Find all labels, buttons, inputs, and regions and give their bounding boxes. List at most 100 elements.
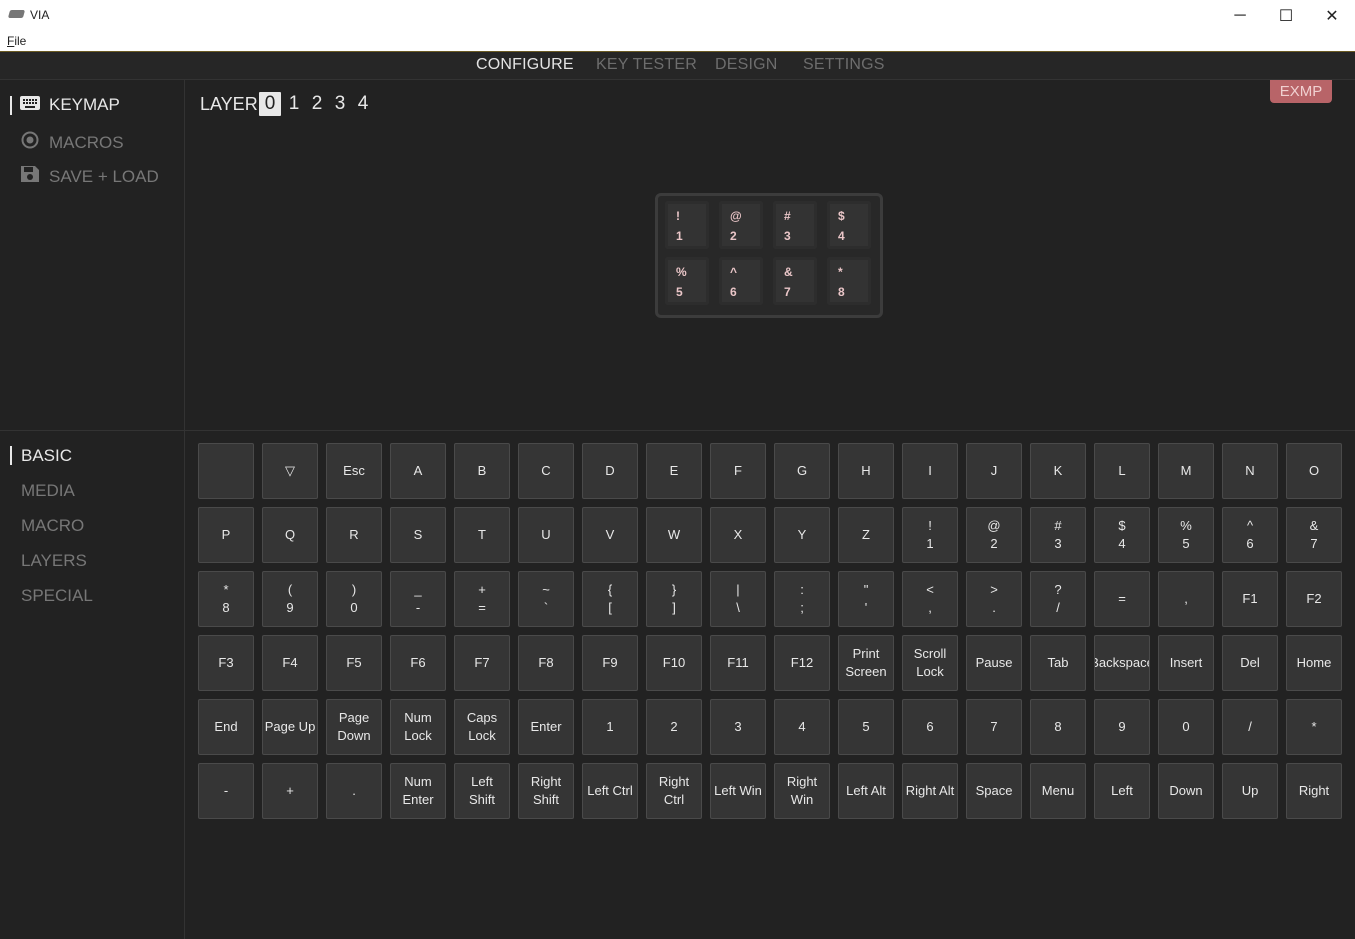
keycode-button[interactable]: Y (774, 507, 830, 563)
keycode-button[interactable]: M (1158, 443, 1214, 499)
keyboard-key[interactable]: % 5 (665, 257, 709, 305)
keycode-button[interactable]: Backspace (1094, 635, 1150, 691)
maximize-button[interactable]: ☐ (1263, 0, 1309, 32)
keycode-button[interactable]: 0 (1158, 699, 1214, 755)
keycode-button[interactable]: ~ ` (518, 571, 574, 627)
keycode-button[interactable]: ! 1 (902, 507, 958, 563)
nav-macro[interactable]: MACRO (21, 516, 84, 536)
keycode-button[interactable]: " ' (838, 571, 894, 627)
keycode-button[interactable]: Q (262, 507, 318, 563)
keycode-button[interactable]: X (710, 507, 766, 563)
keycode-button[interactable]: F6 (390, 635, 446, 691)
keycode-button[interactable]: Home (1286, 635, 1342, 691)
menu-file[interactable]: File (7, 34, 26, 48)
tab-key-tester[interactable]: KEY TESTER (596, 56, 697, 74)
keycode-button[interactable]: Left Win (710, 763, 766, 819)
keyboard-key[interactable]: ^ 6 (719, 257, 763, 305)
keyboard-key[interactable]: ! 1 (665, 201, 709, 249)
minimize-button[interactable]: ─ (1217, 0, 1263, 32)
keycode-button[interactable]: Menu (1030, 763, 1086, 819)
keycode-button[interactable]: Enter (518, 699, 574, 755)
keycode-button[interactable]: ^ 6 (1222, 507, 1278, 563)
keycode-button[interactable]: Scroll Lock (902, 635, 958, 691)
keycode-button[interactable]: 9 (1094, 699, 1150, 755)
keycode-button[interactable]: O (1286, 443, 1342, 499)
keyboard-key[interactable]: * 8 (827, 257, 871, 305)
keycode-button[interactable]: P (198, 507, 254, 563)
keycode-button[interactable]: T (454, 507, 510, 563)
layer-4-button[interactable]: 4 (352, 92, 374, 116)
keycode-button[interactable]: $4 (1094, 507, 1150, 563)
keycode-button[interactable]: Right (1286, 763, 1342, 819)
keycode-button[interactable]: N (1222, 443, 1278, 499)
keycode-button[interactable]: Pause (966, 635, 1022, 691)
keycode-button[interactable]: ? / (1030, 571, 1086, 627)
keycode-button[interactable]: % 5 (1158, 507, 1214, 563)
keyboard-key[interactable]: & 7 (773, 257, 817, 305)
keycode-button[interactable]: Print Screen (838, 635, 894, 691)
keycode-button[interactable]: K (1030, 443, 1086, 499)
keycode-button[interactable]: Num Lock (390, 699, 446, 755)
keycode-button[interactable]: F12 (774, 635, 830, 691)
keycode-button[interactable]: Esc (326, 443, 382, 499)
keycode-button[interactable]: Up (1222, 763, 1278, 819)
nav-special[interactable]: SPECIAL (21, 586, 93, 606)
keycode-button[interactable]: Right Shift (518, 763, 574, 819)
keycode-button[interactable]: Right Ctrl (646, 763, 702, 819)
keycode-button[interactable]: L (1094, 443, 1150, 499)
keycode-button[interactable] (198, 443, 254, 499)
keycode-button[interactable]: R (326, 507, 382, 563)
nav-save-load[interactable]: SAVE + LOAD (20, 165, 159, 188)
keycode-button[interactable]: 8 (1030, 699, 1086, 755)
keycode-button[interactable]: 7 (966, 699, 1022, 755)
keycode-button[interactable]: V (582, 507, 638, 563)
tab-design[interactable]: DESIGN (715, 56, 778, 74)
layer-2-button[interactable]: 2 (306, 92, 328, 116)
keycode-button[interactable]: D (582, 443, 638, 499)
nav-basic[interactable]: BASIC (21, 446, 72, 466)
keycode-button[interactable]: H (838, 443, 894, 499)
keycode-button[interactable]: :; (774, 571, 830, 627)
keycode-button[interactable]: End (198, 699, 254, 755)
keycode-button[interactable]: + (262, 763, 318, 819)
layer-0-button[interactable]: 0 (259, 92, 281, 116)
keycode-button[interactable]: <, (902, 571, 958, 627)
keycode-button[interactable]: Left (1094, 763, 1150, 819)
keycode-button[interactable]: 2 (646, 699, 702, 755)
keycode-button[interactable]: G (774, 443, 830, 499)
nav-layers[interactable]: LAYERS (21, 551, 87, 571)
keycode-button[interactable]: F5 (326, 635, 382, 691)
tab-settings[interactable]: SETTINGS (803, 56, 885, 74)
keycode-button[interactable]: F1 (1222, 571, 1278, 627)
nav-media[interactable]: MEDIA (21, 481, 75, 501)
keycode-button[interactable]: 4 (774, 699, 830, 755)
keycode-button[interactable]: Page Up (262, 699, 318, 755)
keycode-button[interactable]: I (902, 443, 958, 499)
keycode-button[interactable]: F7 (454, 635, 510, 691)
keycode-button[interactable]: 3 (710, 699, 766, 755)
keyboard-key[interactable]: @2 (719, 201, 763, 249)
keycode-button[interactable]: * 8 (198, 571, 254, 627)
keycode-button[interactable]: , (1158, 571, 1214, 627)
keyboard-key[interactable]: $4 (827, 201, 871, 249)
keycode-button[interactable]: F8 (518, 635, 574, 691)
keycode-button[interactable]: / (1222, 699, 1278, 755)
keycode-button[interactable]: (9 (262, 571, 318, 627)
keycode-button[interactable]: B (454, 443, 510, 499)
keycode-button[interactable]: @2 (966, 507, 1022, 563)
keycode-button[interactable]: ▽ (262, 443, 318, 499)
nav-keymap[interactable]: KEYMAP (20, 95, 120, 115)
keycode-button[interactable]: Left Ctrl (582, 763, 638, 819)
keycode-button[interactable]: F (710, 443, 766, 499)
keycode-button[interactable]: _ - (390, 571, 446, 627)
keycode-button[interactable]: Tab (1030, 635, 1086, 691)
keycode-button[interactable]: & 7 (1286, 507, 1342, 563)
keycode-button[interactable]: 6 (902, 699, 958, 755)
keycode-button[interactable]: E (646, 443, 702, 499)
keycode-button[interactable]: - (198, 763, 254, 819)
keycode-button[interactable]: Left Shift (454, 763, 510, 819)
keycode-button[interactable]: Right Win (774, 763, 830, 819)
keycode-button[interactable]: Caps Lock (454, 699, 510, 755)
layer-3-button[interactable]: 3 (329, 92, 351, 116)
keycode-button[interactable]: Insert (1158, 635, 1214, 691)
